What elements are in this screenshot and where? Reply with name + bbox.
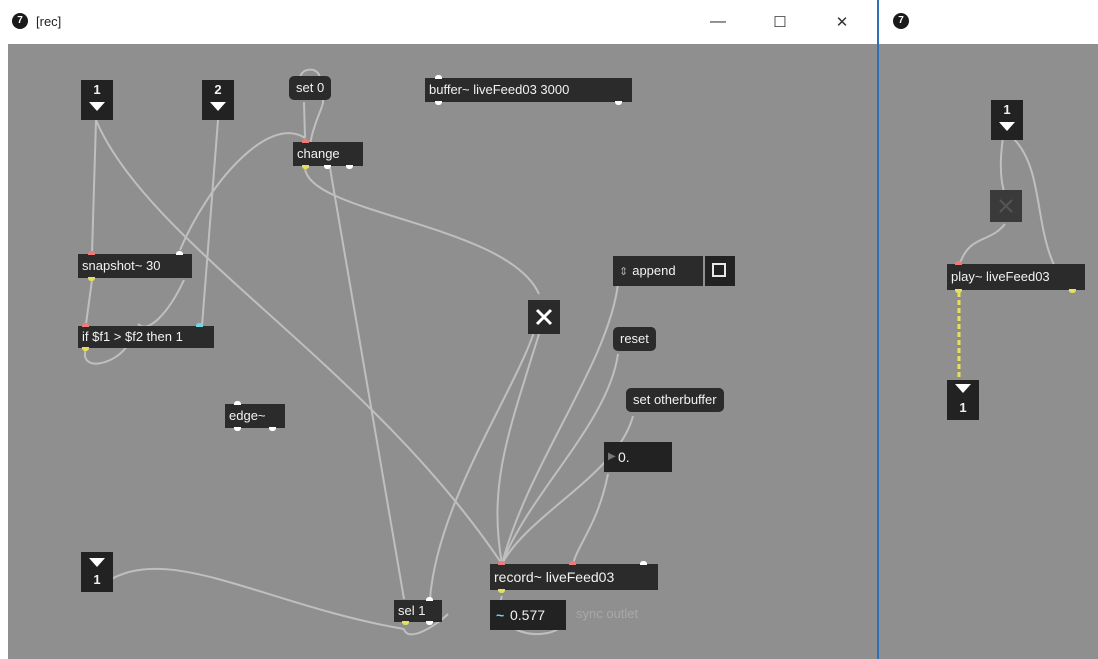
title-bar[interactable]: 7 xyxy=(879,0,1098,44)
outlet[interactable] xyxy=(302,165,309,169)
outlet[interactable] xyxy=(234,427,241,431)
triangle-down-icon xyxy=(999,122,1015,131)
outlet[interactable] xyxy=(324,165,331,169)
max-logo-icon: 7 xyxy=(893,13,909,29)
triangle-right-icon: ▶ xyxy=(608,451,616,462)
outlet[interactable] xyxy=(498,589,505,593)
patch-canvas[interactable]: 1 2 set 0 buffer~ liveFeed03 3000 change xyxy=(8,44,877,659)
maximize-button[interactable]: ☐ xyxy=(766,8,794,36)
message-set-otherbuffer[interactable]: set otherbuffer xyxy=(626,388,724,412)
toggle-append[interactable] xyxy=(705,256,735,286)
outlet[interactable] xyxy=(615,101,622,105)
outlet[interactable] xyxy=(402,621,409,625)
inlet[interactable] xyxy=(234,401,241,405)
inlet[interactable] xyxy=(435,75,442,79)
message-reset[interactable]: reset xyxy=(613,327,656,351)
patch-canvas[interactable]: 1 play~ liveFeed03 1 xyxy=(879,44,1098,659)
inlet[interactable] xyxy=(196,323,203,327)
object-label: buffer~ liveFeed03 3000 xyxy=(429,82,570,97)
outlet[interactable] xyxy=(426,621,433,625)
inlet[interactable] xyxy=(176,251,183,255)
umenu-append[interactable]: ⇕ append xyxy=(613,256,703,286)
toggle-play[interactable] xyxy=(990,190,1022,222)
object-change[interactable]: change xyxy=(293,139,363,169)
outlet[interactable] xyxy=(955,289,962,293)
int-number-box-1[interactable]: 1 xyxy=(81,80,113,120)
window-title: [rec] xyxy=(36,14,62,29)
object-edge[interactable]: edge~ xyxy=(225,401,285,431)
int-number-box-right-bottom[interactable]: 1 xyxy=(947,380,979,420)
inlet[interactable] xyxy=(569,561,576,565)
x-toggle-icon xyxy=(535,308,553,326)
checkbox-icon xyxy=(712,263,726,277)
inlet[interactable] xyxy=(426,597,433,601)
patcher-window-rec: 7 [rec] — ☐ ✕ 1 2 set 0 buffer~ liveFeed… xyxy=(0,0,877,659)
tilde-signal-icon: ~ xyxy=(496,607,505,623)
minimize-button[interactable]: — xyxy=(704,8,732,36)
inlet[interactable] xyxy=(640,561,647,565)
object-if-then[interactable]: if $f1 > $f2 then 1 xyxy=(78,323,214,351)
inlet[interactable] xyxy=(498,561,505,565)
object-snapshot[interactable]: snapshot~ 30 xyxy=(78,251,192,281)
outlet[interactable] xyxy=(82,347,89,351)
outlet[interactable] xyxy=(435,101,442,105)
object-sel-1[interactable]: sel 1 xyxy=(394,597,442,625)
title-bar[interactable]: 7 [rec] — ☐ ✕ xyxy=(0,0,877,44)
max-logo-icon: 7 xyxy=(12,13,28,29)
toggle-record[interactable] xyxy=(528,300,560,334)
object-buffer[interactable]: buffer~ liveFeed03 3000 xyxy=(425,75,632,105)
inlet[interactable] xyxy=(955,261,962,265)
patch-cords xyxy=(957,137,1078,384)
int-number-box-2[interactable]: 2 xyxy=(202,80,234,120)
message-set-0[interactable]: set 0 xyxy=(289,76,332,100)
comment-sync-outlet: sync outlet xyxy=(576,606,639,621)
patch-cords xyxy=(83,68,634,636)
int-number-box-bottom[interactable]: 1 xyxy=(81,552,113,592)
triangle-down-icon xyxy=(210,102,226,111)
updown-icon: ⇕ xyxy=(619,266,629,278)
inlet[interactable] xyxy=(88,251,95,255)
x-toggle-icon xyxy=(999,199,1013,213)
close-button[interactable]: ✕ xyxy=(828,8,856,36)
inlet[interactable] xyxy=(302,139,309,143)
outlet[interactable] xyxy=(1069,289,1076,293)
int-number-box-right-top[interactable]: 1 xyxy=(991,100,1023,140)
outlet[interactable] xyxy=(88,277,95,281)
triangle-down-icon xyxy=(89,558,105,567)
patcher-window-play: 7 1 play~ liveFeed03 1 xyxy=(879,0,1098,659)
object-record[interactable]: record~ liveFeed03 xyxy=(490,561,658,593)
outlet[interactable] xyxy=(269,427,276,431)
triangle-down-icon xyxy=(955,384,971,393)
object-play[interactable]: play~ liveFeed03 xyxy=(947,261,1085,293)
float-number-box[interactable]: ▶ 0. xyxy=(604,442,672,472)
triangle-down-icon xyxy=(89,102,105,111)
outlet[interactable] xyxy=(346,165,353,169)
signal-number-box[interactable]: ~ 0.577 xyxy=(490,600,566,630)
inlet[interactable] xyxy=(82,323,89,327)
